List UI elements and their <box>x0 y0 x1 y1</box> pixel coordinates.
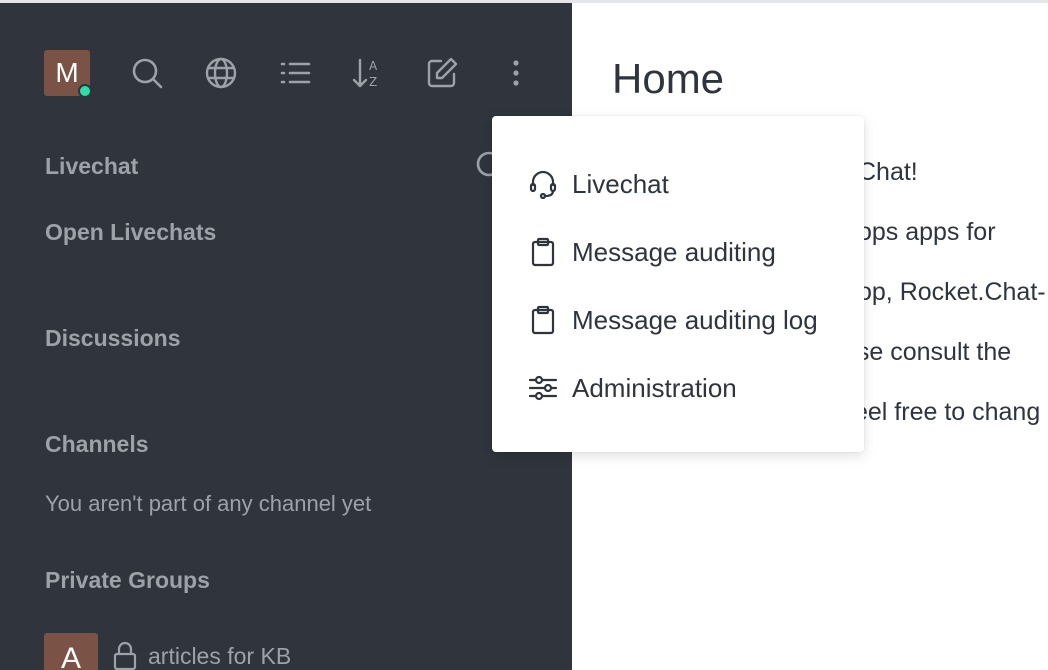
sidebar-toolbar: M A Z <box>0 3 572 113</box>
menu-item-label: Message auditing <box>572 236 776 267</box>
page-title: Home <box>612 55 725 102</box>
menu-item-label: Administration <box>572 372 737 403</box>
clipboard-icon <box>531 237 555 267</box>
room-name: articles for KB <box>148 642 292 669</box>
clipboard-icon <box>531 305 555 335</box>
sidebar-options-menu: Livechat Message auditing Message auditi… <box>492 116 864 452</box>
section-private-groups: Private Groups <box>45 567 210 593</box>
menu-item-message-auditing-log[interactable]: Message auditing log <box>492 292 864 348</box>
sidebar-item-articles-for-kb[interactable]: A articles for KB <box>44 633 291 670</box>
room-avatar: A <box>44 633 98 670</box>
home-text-line-3: op, Rocket.Chat- <box>858 278 1046 306</box>
online-status-indicator <box>78 84 92 98</box>
edit-icon[interactable] <box>424 55 460 91</box>
menu-item-label: Livechat <box>572 168 669 199</box>
sidebar: M A Z Livechat Open Livechats Discussion… <box>0 3 572 670</box>
kebab-menu-icon[interactable] <box>498 55 534 91</box>
user-avatar[interactable]: M <box>44 50 92 98</box>
sliders-icon <box>528 375 558 401</box>
section-open-livechats: Open Livechats <box>45 219 217 245</box>
home-text-line-5: eel free to chang <box>854 398 1041 426</box>
svg-text:A: A <box>369 59 378 73</box>
home-text-line-1: Chat! <box>858 158 918 186</box>
list-icon[interactable] <box>277 55 313 91</box>
globe-icon[interactable] <box>203 55 239 91</box>
menu-item-message-auditing[interactable]: Message auditing <box>492 224 864 280</box>
sort-az-icon[interactable]: A Z <box>350 55 386 91</box>
section-livechat: Livechat <box>45 153 139 179</box>
menu-item-livechat[interactable]: Livechat <box>492 156 864 212</box>
search-icon[interactable] <box>129 55 165 91</box>
menu-item-administration[interactable]: Administration <box>492 360 864 416</box>
home-text-line-4: ase consult the <box>843 338 1012 366</box>
section-channels: Channels <box>45 431 149 457</box>
channels-empty-message: You aren't part of any channel yet <box>45 491 372 516</box>
section-discussions: Discussions <box>45 325 181 351</box>
svg-text:Z: Z <box>369 75 377 89</box>
menu-item-label: Message auditing log <box>572 304 818 335</box>
headset-icon <box>529 170 557 199</box>
lock-icon <box>113 641 137 670</box>
